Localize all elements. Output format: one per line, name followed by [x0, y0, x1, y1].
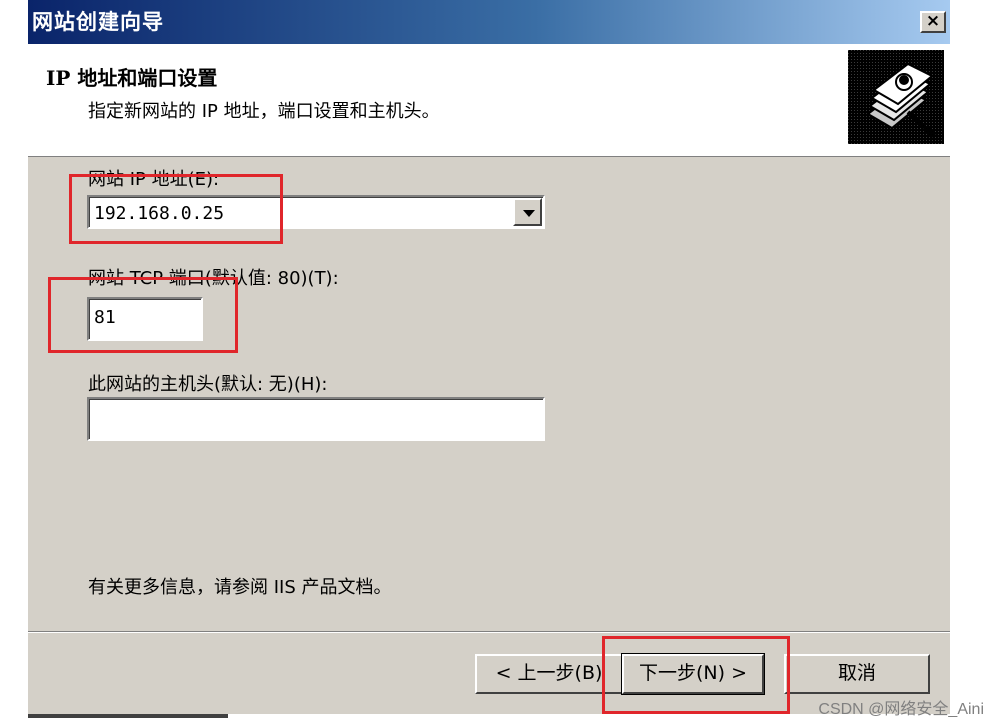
cancel-button[interactable]: 取消 — [784, 654, 930, 694]
taskbar-strip — [28, 714, 950, 725]
host-header-label: 此网站的主机头(默认: 无)(H): — [88, 374, 328, 395]
page-title: IP 地址和端口设置 — [46, 66, 218, 90]
watermark: CSDN @网络安全_Aini — [818, 701, 984, 718]
wizard-content: 网站 IP 地址(E): 192.168.0.25 网站 TCP 端口(默认值:… — [28, 157, 950, 631]
dropdown-arrow-button[interactable] — [513, 198, 542, 226]
highlight-box-port — [48, 277, 238, 353]
wizard-dialog: 网站创建向导 × IP 地址和端口设置 指定新网站的 IP 地址，端口设置和主机… — [28, 0, 950, 725]
window-title: 网站创建向导 — [32, 9, 164, 34]
chevron-down-icon — [523, 210, 535, 217]
highlight-box-ip — [69, 174, 283, 244]
strip-line — [28, 714, 228, 718]
highlight-box-next — [602, 636, 790, 714]
wizard-book-icon — [848, 50, 944, 144]
close-button[interactable]: × — [920, 11, 946, 33]
title-bar: 网站创建向导 × — [28, 0, 950, 44]
back-button[interactable]: < 上一步(B) — [475, 654, 623, 694]
host-header-input[interactable] — [87, 397, 545, 441]
wizard-header: IP 地址和端口设置 指定新网站的 IP 地址，端口设置和主机头。 — [28, 44, 950, 157]
info-text: 有关更多信息，请参阅 IIS 产品文档。 — [88, 577, 392, 598]
footer-separator — [28, 631, 950, 633]
page-subtitle: 指定新网站的 IP 地址，端口设置和主机头。 — [88, 101, 440, 122]
close-icon: × — [925, 11, 941, 31]
